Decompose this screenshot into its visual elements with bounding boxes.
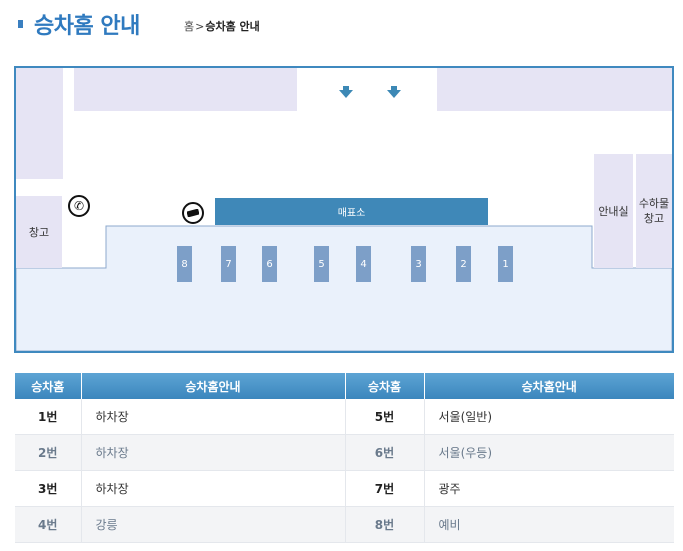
platform-destination: 하차장	[81, 399, 346, 435]
platform-number: 2번	[15, 434, 82, 471]
gate-2: 2	[456, 246, 471, 282]
breadcrumb-separator: >	[195, 20, 205, 33]
ticket-office-label: 매표소	[337, 208, 366, 219]
table-header-row: 승차홈 승차홈안내 승차홈 승차홈안내	[15, 373, 674, 399]
gate-6: 6	[262, 246, 277, 282]
column-header-platform-guide: 승차홈안내	[80, 373, 345, 399]
card-reader-icon	[182, 202, 204, 224]
storage-left-label: 창고	[28, 225, 50, 239]
platform-destination: 예비	[424, 506, 674, 543]
gate-8: 8	[177, 246, 192, 282]
cargo-storage-label-line2: 창고	[643, 212, 665, 225]
column-header-platform: 승차홈	[344, 373, 424, 399]
platform-number: 5번	[345, 399, 425, 435]
cargo-storage-label-line1: 수하물	[638, 197, 670, 210]
platform-destination: 서울(일반)	[424, 399, 674, 435]
gate-4: 4	[356, 246, 371, 282]
breadcrumb-home-link[interactable]: 홈	[184, 20, 194, 33]
column-header-platform-guide: 승차홈안내	[423, 373, 674, 399]
gate-3: 3	[411, 246, 426, 282]
platform-destination: 광주	[424, 470, 674, 507]
table-row: 4번 강릉 8번 예비	[15, 506, 674, 543]
platform-guide-table: 승차홈 승차홈안내 승차홈 승차홈안내 1번 하차장 5번 서울(일반) 2번 …	[15, 373, 674, 543]
column-header-platform: 승차홈	[15, 373, 81, 399]
platform-number: 1번	[15, 399, 82, 435]
platform-number: 6번	[345, 434, 425, 471]
table-row: 1번 하차장 5번 서울(일반)	[15, 399, 674, 435]
platform-number: 7번	[345, 470, 425, 507]
gate-7: 7	[221, 246, 236, 282]
title-bullet-icon	[18, 20, 23, 28]
cargo-storage: 수하물 창고	[636, 154, 672, 268]
platform-number: 8번	[345, 506, 425, 543]
phone-icon: ✆	[68, 195, 90, 217]
info-room: 안내실	[594, 154, 633, 268]
info-room-label: 안내실	[598, 204, 629, 218]
platform-map: 창고 안내실 수하물 창고 ✆ 매표소 8 7 6 5 4 3 2 1	[14, 66, 674, 353]
platform-destination: 강릉	[81, 506, 346, 543]
table-row: 2번 하차장 6번 서울(우등)	[15, 434, 674, 471]
breadcrumb: 홈>승차홈 안내	[184, 18, 260, 34]
platform-number: 4번	[15, 506, 82, 543]
table-row: 3번 하차장 7번 광주	[15, 470, 674, 507]
platform-destination: 하차장	[81, 470, 346, 507]
page-header: 승차홈 안내 홈>승차홈 안내	[0, 0, 683, 50]
storage-left: 창고	[16, 196, 62, 268]
ticket-office: 매표소	[215, 198, 488, 225]
platform-destination: 하차장	[81, 434, 346, 471]
platform-destination: 서울(우등)	[424, 434, 674, 471]
gate-5: 5	[314, 246, 329, 282]
page-title: 승차홈 안내	[34, 14, 140, 39]
breadcrumb-current: 승차홈 안내	[205, 20, 260, 33]
platform-number: 3번	[15, 470, 82, 507]
gate-1: 1	[498, 246, 513, 282]
